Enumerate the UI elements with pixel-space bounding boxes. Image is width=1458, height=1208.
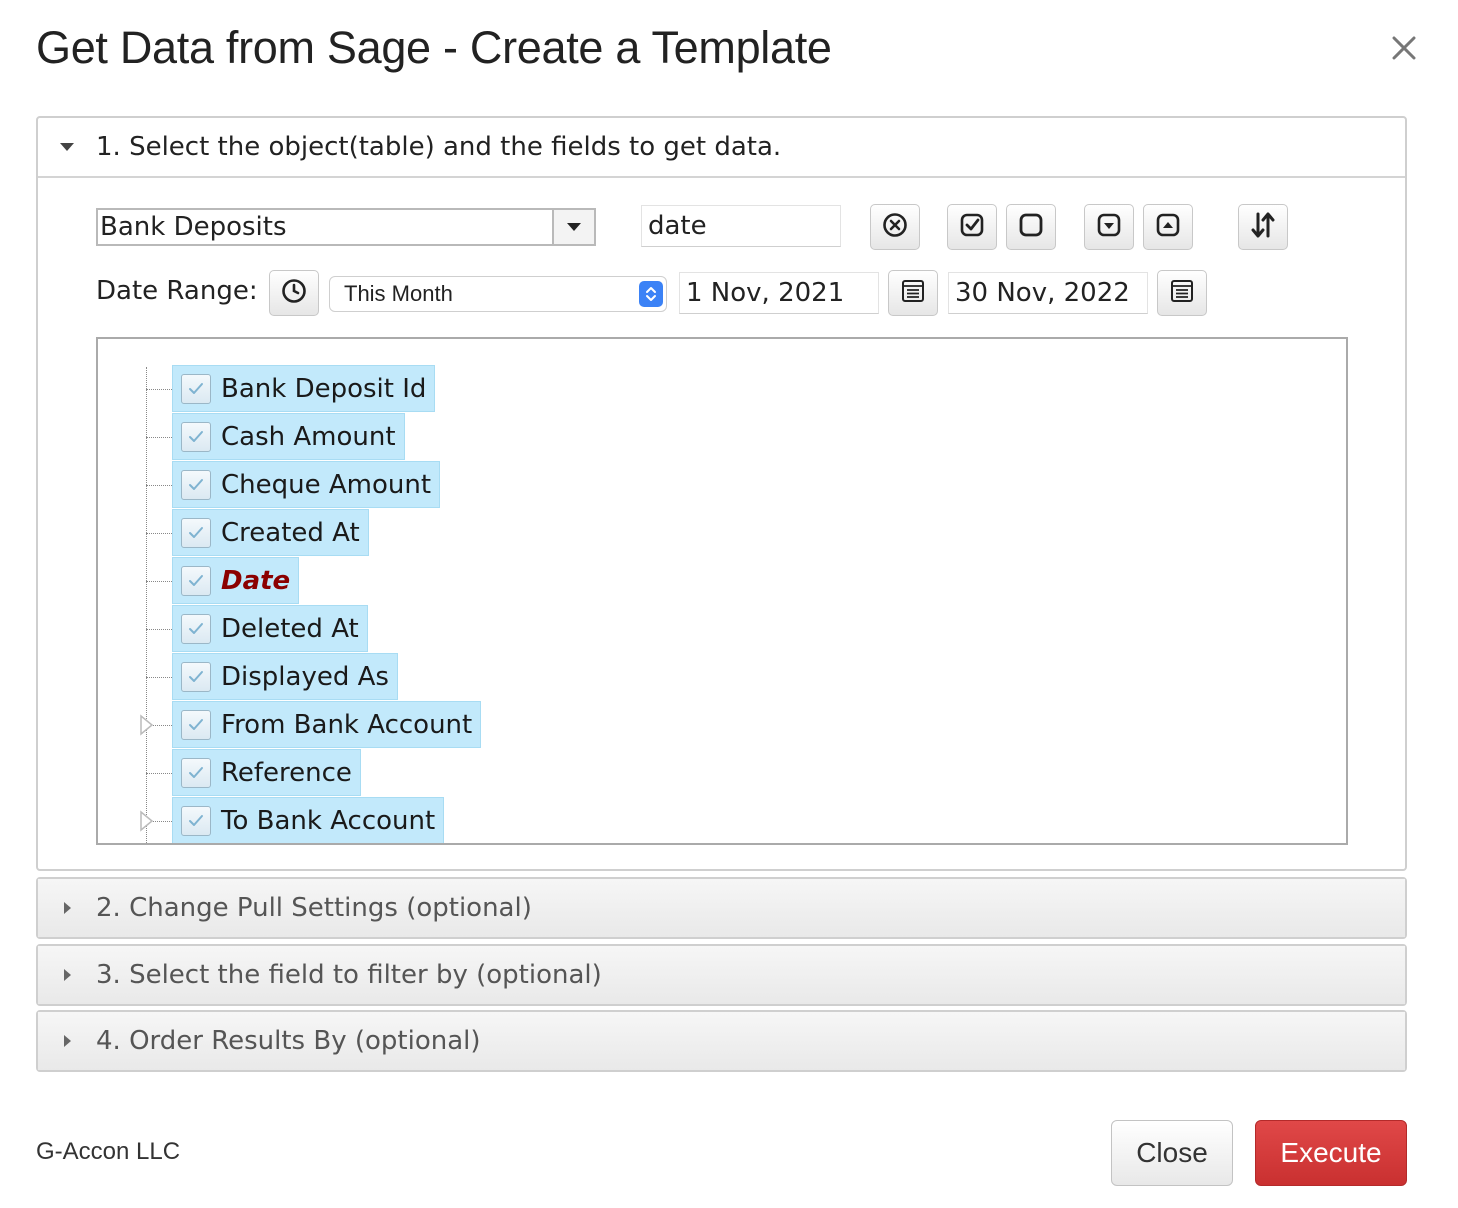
checkbox-icon[interactable] (181, 661, 211, 692)
field-label: Created At (221, 517, 360, 548)
expand-arrow-icon[interactable] (138, 809, 156, 833)
field-label: Displayed As (221, 661, 389, 692)
clock-icon (281, 278, 307, 308)
checkbox-icon[interactable] (181, 709, 211, 740)
tree-connector (146, 677, 172, 678)
field-node[interactable]: Created At (172, 509, 369, 556)
updown-icon (639, 281, 663, 307)
tree-connector (146, 437, 172, 438)
field-label: Cheque Amount (221, 469, 432, 500)
uncheck-all-icon (1018, 212, 1044, 242)
field-label: Deleted At (221, 613, 359, 644)
execute-button[interactable]: Execute (1255, 1120, 1407, 1186)
date-range-select[interactable]: This Month (329, 276, 667, 312)
caret-right-icon (38, 1032, 96, 1050)
field-node[interactable]: Cheque Amount (172, 461, 441, 508)
clear-icon (882, 212, 908, 242)
start-date-picker-button[interactable] (888, 270, 938, 316)
checkbox-icon[interactable] (181, 565, 211, 596)
expand-icon (1096, 212, 1122, 242)
field-label: From Bank Account (221, 709, 473, 740)
expand-arrow-icon[interactable] (138, 713, 156, 737)
sort-button[interactable] (1238, 204, 1288, 250)
checkbox-icon[interactable] (181, 613, 211, 644)
section-3-label: 3. Select the field to filter by (option… (96, 960, 602, 990)
field-label: Date (221, 565, 291, 596)
tree-connector (146, 629, 172, 630)
date-range-preset: This Month (344, 281, 453, 306)
clear-selection-button[interactable] (870, 204, 920, 250)
section-pull-settings[interactable]: 2. Change Pull Settings (optional) (36, 877, 1407, 939)
section-4-header[interactable]: 4. Order Results By (optional) (38, 1012, 1405, 1070)
checkbox-icon[interactable] (181, 373, 211, 404)
section-2-label: 2. Change Pull Settings (optional) (96, 893, 532, 923)
footer-brand: G-Accon LLC (36, 1138, 181, 1165)
field-label: Reference (221, 757, 352, 788)
calendar-icon (900, 278, 926, 308)
check-all-button[interactable] (947, 204, 997, 250)
tree-connector (146, 533, 172, 534)
field-label: Cash Amount (221, 421, 396, 452)
checkbox-icon[interactable] (181, 469, 211, 500)
expand-all-button[interactable] (1084, 204, 1134, 250)
tree-connector (146, 773, 172, 774)
field-node[interactable]: Bank Deposit Id (172, 365, 436, 412)
field-label: Bank Deposit Id (221, 373, 427, 404)
field-label: To Bank Account (221, 805, 436, 836)
field-node[interactable]: Reference (172, 749, 361, 796)
object-select[interactable]: Bank Deposits (96, 208, 596, 246)
chevron-down-icon[interactable] (552, 210, 594, 244)
end-date-input[interactable]: 30 Nov, 2022 (948, 272, 1148, 314)
caret-right-icon (38, 966, 96, 984)
section-2-header[interactable]: 2. Change Pull Settings (optional) (38, 879, 1405, 937)
dialog-title: Get Data from Sage - Create a Template (36, 22, 832, 73)
tree-connector (146, 485, 172, 486)
checkbox-icon[interactable] (181, 805, 211, 836)
checkbox-icon[interactable] (181, 757, 211, 788)
section-4-label: 4. Order Results By (optional) (96, 1026, 481, 1056)
checkbox-icon[interactable] (181, 421, 211, 452)
tree-connector (146, 581, 172, 582)
caret-down-icon (38, 141, 96, 153)
uncheck-all-button[interactable] (1006, 204, 1056, 250)
close-icon[interactable] (1386, 30, 1422, 66)
field-tree[interactable]: Bank Deposit Id Cash Amount Cheque Amount C… (96, 337, 1348, 845)
start-date-input[interactable]: 1 Nov, 2021 (679, 272, 879, 314)
field-search-input[interactable]: date (641, 205, 841, 247)
close-button[interactable]: Close (1111, 1120, 1233, 1186)
calendar-icon (1169, 278, 1195, 308)
field-node[interactable]: Displayed As (172, 653, 398, 700)
sort-icon (1249, 210, 1277, 244)
field-node[interactable]: Cash Amount (172, 413, 405, 460)
date-range-label: Date Range: (96, 276, 258, 306)
collapse-icon (1155, 212, 1181, 242)
caret-right-icon (38, 899, 96, 917)
section-order-results[interactable]: 4. Order Results By (optional) (36, 1010, 1407, 1072)
field-node[interactable]: From Bank Account (172, 701, 482, 748)
section-1-label: 1. Select the object(table) and the fiel… (96, 132, 782, 162)
check-all-icon (959, 212, 985, 242)
object-select-value: Bank Deposits (100, 212, 287, 242)
field-node[interactable]: Deleted At (172, 605, 368, 652)
section-select-object: 1. Select the object(table) and the fiel… (36, 116, 1407, 871)
section-1-header[interactable]: 1. Select the object(table) and the fiel… (38, 118, 1405, 178)
field-node[interactable]: To Bank Account (172, 797, 445, 843)
field-node[interactable]: Date (172, 557, 300, 604)
section-3-header[interactable]: 3. Select the field to filter by (option… (38, 946, 1405, 1004)
checkbox-icon[interactable] (181, 517, 211, 548)
end-date-picker-button[interactable] (1157, 270, 1207, 316)
collapse-all-button[interactable] (1143, 204, 1193, 250)
section-filter-field[interactable]: 3. Select the field to filter by (option… (36, 944, 1407, 1006)
date-range-clock-button[interactable] (269, 270, 319, 316)
tree-connector (146, 389, 172, 390)
